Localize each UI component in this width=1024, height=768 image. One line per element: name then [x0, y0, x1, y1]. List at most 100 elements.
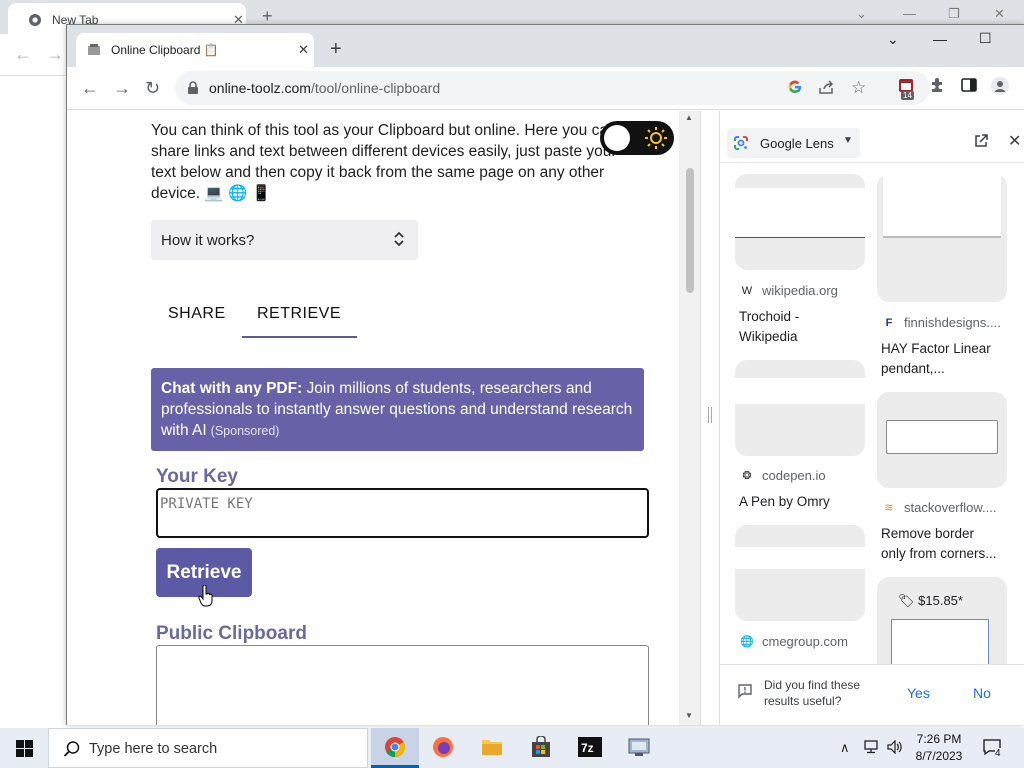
result-title[interactable]: HAY Factor Linear pendant,... [881, 339, 991, 379]
url-host: online-toolz.com [209, 80, 311, 96]
side-panel-source-dropdown[interactable]: Google Lens ▼ [727, 128, 860, 158]
scroll-up-arrow-icon[interactable]: ▲ [685, 113, 693, 122]
taskbar-file-explorer[interactable] [468, 728, 516, 768]
result-title-line: A Pen by Omry [739, 494, 830, 509]
scrollbar-thumb[interactable] [686, 168, 694, 293]
feedback-no-button[interactable]: No [973, 685, 991, 701]
clock-time: 7:26 PM [916, 732, 962, 746]
result-thumbnail[interactable] [877, 174, 1007, 302]
taskbar-firefox[interactable] [419, 728, 467, 768]
address-bar[interactable]: online-toolz.com/tool/online-clipboard ☆ [175, 71, 930, 105]
taskbar-clock[interactable]: 7:26 PM 8/7/2023 [912, 731, 966, 765]
forward-arrow-icon[interactable]: → [46, 44, 64, 65]
background-toolbar: ← → [0, 34, 68, 76]
result-source[interactable]: Ffinnishdesigns.... [882, 315, 1001, 330]
taskbar-store[interactable] [517, 728, 565, 768]
extension-badge: 14 [901, 91, 914, 100]
taskbar-chrome[interactable] [371, 728, 419, 768]
taskbar-search-box[interactable]: Type here to search [48, 728, 368, 768]
hand-pointer-cursor-icon [198, 585, 214, 607]
result-thumbnail[interactable] [735, 360, 865, 456]
thumbnail-image [891, 619, 989, 664]
page-scrollbar[interactable]: ▲ ▼ [679, 111, 700, 725]
volume-icon[interactable] [887, 740, 903, 754]
scroll-down-arrow-icon[interactable]: ▼ [685, 711, 693, 720]
bookmark-star-icon[interactable]: ☆ [851, 78, 866, 98]
feedback-yes-button[interactable]: Yes [907, 685, 930, 701]
private-key-input[interactable] [160, 496, 640, 512]
google-icon[interactable] [787, 79, 803, 95]
network-icon[interactable] [863, 740, 879, 754]
search-icon [63, 740, 81, 758]
forward-arrow-icon[interactable]: → [113, 79, 131, 97]
taskbar-network-app[interactable] [615, 728, 663, 768]
thumbnail-image [735, 378, 865, 404]
open-in-new-tab-icon[interactable] [974, 134, 988, 148]
result-title[interactable]: A Pen by Omry [739, 492, 830, 512]
how-it-works-label: How it works? [161, 232, 255, 249]
result-source[interactable]: Wwikipedia.org [740, 283, 838, 298]
price-value: $15.85* [918, 593, 963, 608]
result-source[interactable]: 🌐 cmegroup.com [740, 634, 848, 649]
chevron-down-icon[interactable]: ⌄ [887, 31, 899, 48]
close-tab-icon[interactable]: ✕ [298, 42, 309, 58]
result-title-line: only from corners... [881, 546, 997, 561]
maximize-icon[interactable]: ☐ [979, 30, 992, 47]
result-thumbnail[interactable] [735, 174, 865, 270]
active-tab-underline [242, 336, 357, 338]
windows-taskbar: Type here to search 7z ∧ 7:26 PM 8/7/202… [0, 728, 1024, 768]
result-title[interactable]: Remove border only from corners... [881, 524, 997, 564]
puzzle-extensions-icon[interactable] [929, 77, 945, 93]
lens-results-grid: Wwikipedia.org Trochoid - Wikipedia ❂ code… [720, 164, 1024, 664]
side-panel-title: Google Lens [760, 136, 834, 151]
result-source[interactable]: ≋ stackoverflow.... [882, 500, 996, 515]
side-panel-resize-handle[interactable] [700, 111, 719, 725]
result-thumbnail[interactable] [877, 392, 1007, 488]
how-it-works-select[interactable]: How it works? [151, 220, 418, 260]
restore-icon[interactable]: ❐ [948, 6, 960, 22]
your-key-label: Your Key [156, 466, 239, 487]
back-arrow-icon[interactable]: ← [81, 79, 99, 97]
stackoverflow-icon: ≋ [884, 502, 894, 514]
chevron-down-icon[interactable]: ⌄ [856, 6, 867, 22]
theme-toggle[interactable] [600, 121, 674, 155]
tab-online-clipboard[interactable]: Online Clipboard 📋 ✕ [76, 33, 314, 67]
new-tab-icon[interactable]: + [330, 39, 342, 59]
share-icon[interactable] [818, 79, 836, 95]
lock-icon[interactable] [187, 81, 199, 95]
chrome-icon [28, 13, 42, 27]
search-placeholder: Type here to search [89, 741, 218, 757]
ad-heading: Chat with any PDF: [161, 380, 303, 397]
7zip-icon: 7z [578, 737, 602, 757]
profile-avatar-icon[interactable] [991, 77, 1009, 95]
result-source[interactable]: ❂ codepen.io [740, 468, 825, 483]
minimize-icon[interactable]: — [933, 31, 947, 47]
result-thumbnail[interactable] [735, 525, 865, 621]
taskbar-7zip[interactable]: 7z [566, 728, 614, 768]
thumbnail-image [735, 188, 865, 238]
firefox-icon [433, 737, 453, 757]
tab-retrieve[interactable]: RETRIEVE [257, 305, 341, 323]
tab-share[interactable]: SHARE [168, 305, 226, 323]
private-key-field[interactable] [156, 488, 649, 538]
public-clipboard-textarea[interactable] [156, 645, 649, 725]
result-thumbnail[interactable] [877, 577, 1007, 664]
result-title[interactable]: Trochoid - Wikipedia [739, 307, 799, 347]
reload-icon[interactable]: ↻ [145, 79, 160, 97]
minimize-icon[interactable]: — [903, 6, 916, 21]
sponsored-ad-banner[interactable]: Chat with any PDF: Join millions of stud… [151, 368, 644, 451]
close-window-icon[interactable]: ✕ [994, 6, 1005, 22]
start-button[interactable] [0, 728, 48, 768]
page-content: You can think of this tool as your Clipb… [67, 111, 700, 725]
chevron-up-icon[interactable]: ∧ [840, 740, 850, 756]
finnish-designs-icon: F [885, 316, 893, 329]
side-panel-icon[interactable] [961, 77, 977, 93]
back-arrow-icon[interactable]: ← [14, 44, 32, 65]
globe-icon: 🌐 [740, 636, 754, 648]
thumbnail-image [886, 420, 998, 454]
source-name: wikipedia.org [762, 283, 838, 298]
side-panel-header: Google Lens ▼ ✕ [720, 111, 1024, 163]
browser-toolbar: ← → ↻ online-toolz.com/tool/online-clipb… [67, 67, 1024, 110]
close-side-panel-icon[interactable]: ✕ [1008, 131, 1021, 151]
result-title-line: pendant,... [881, 361, 945, 376]
